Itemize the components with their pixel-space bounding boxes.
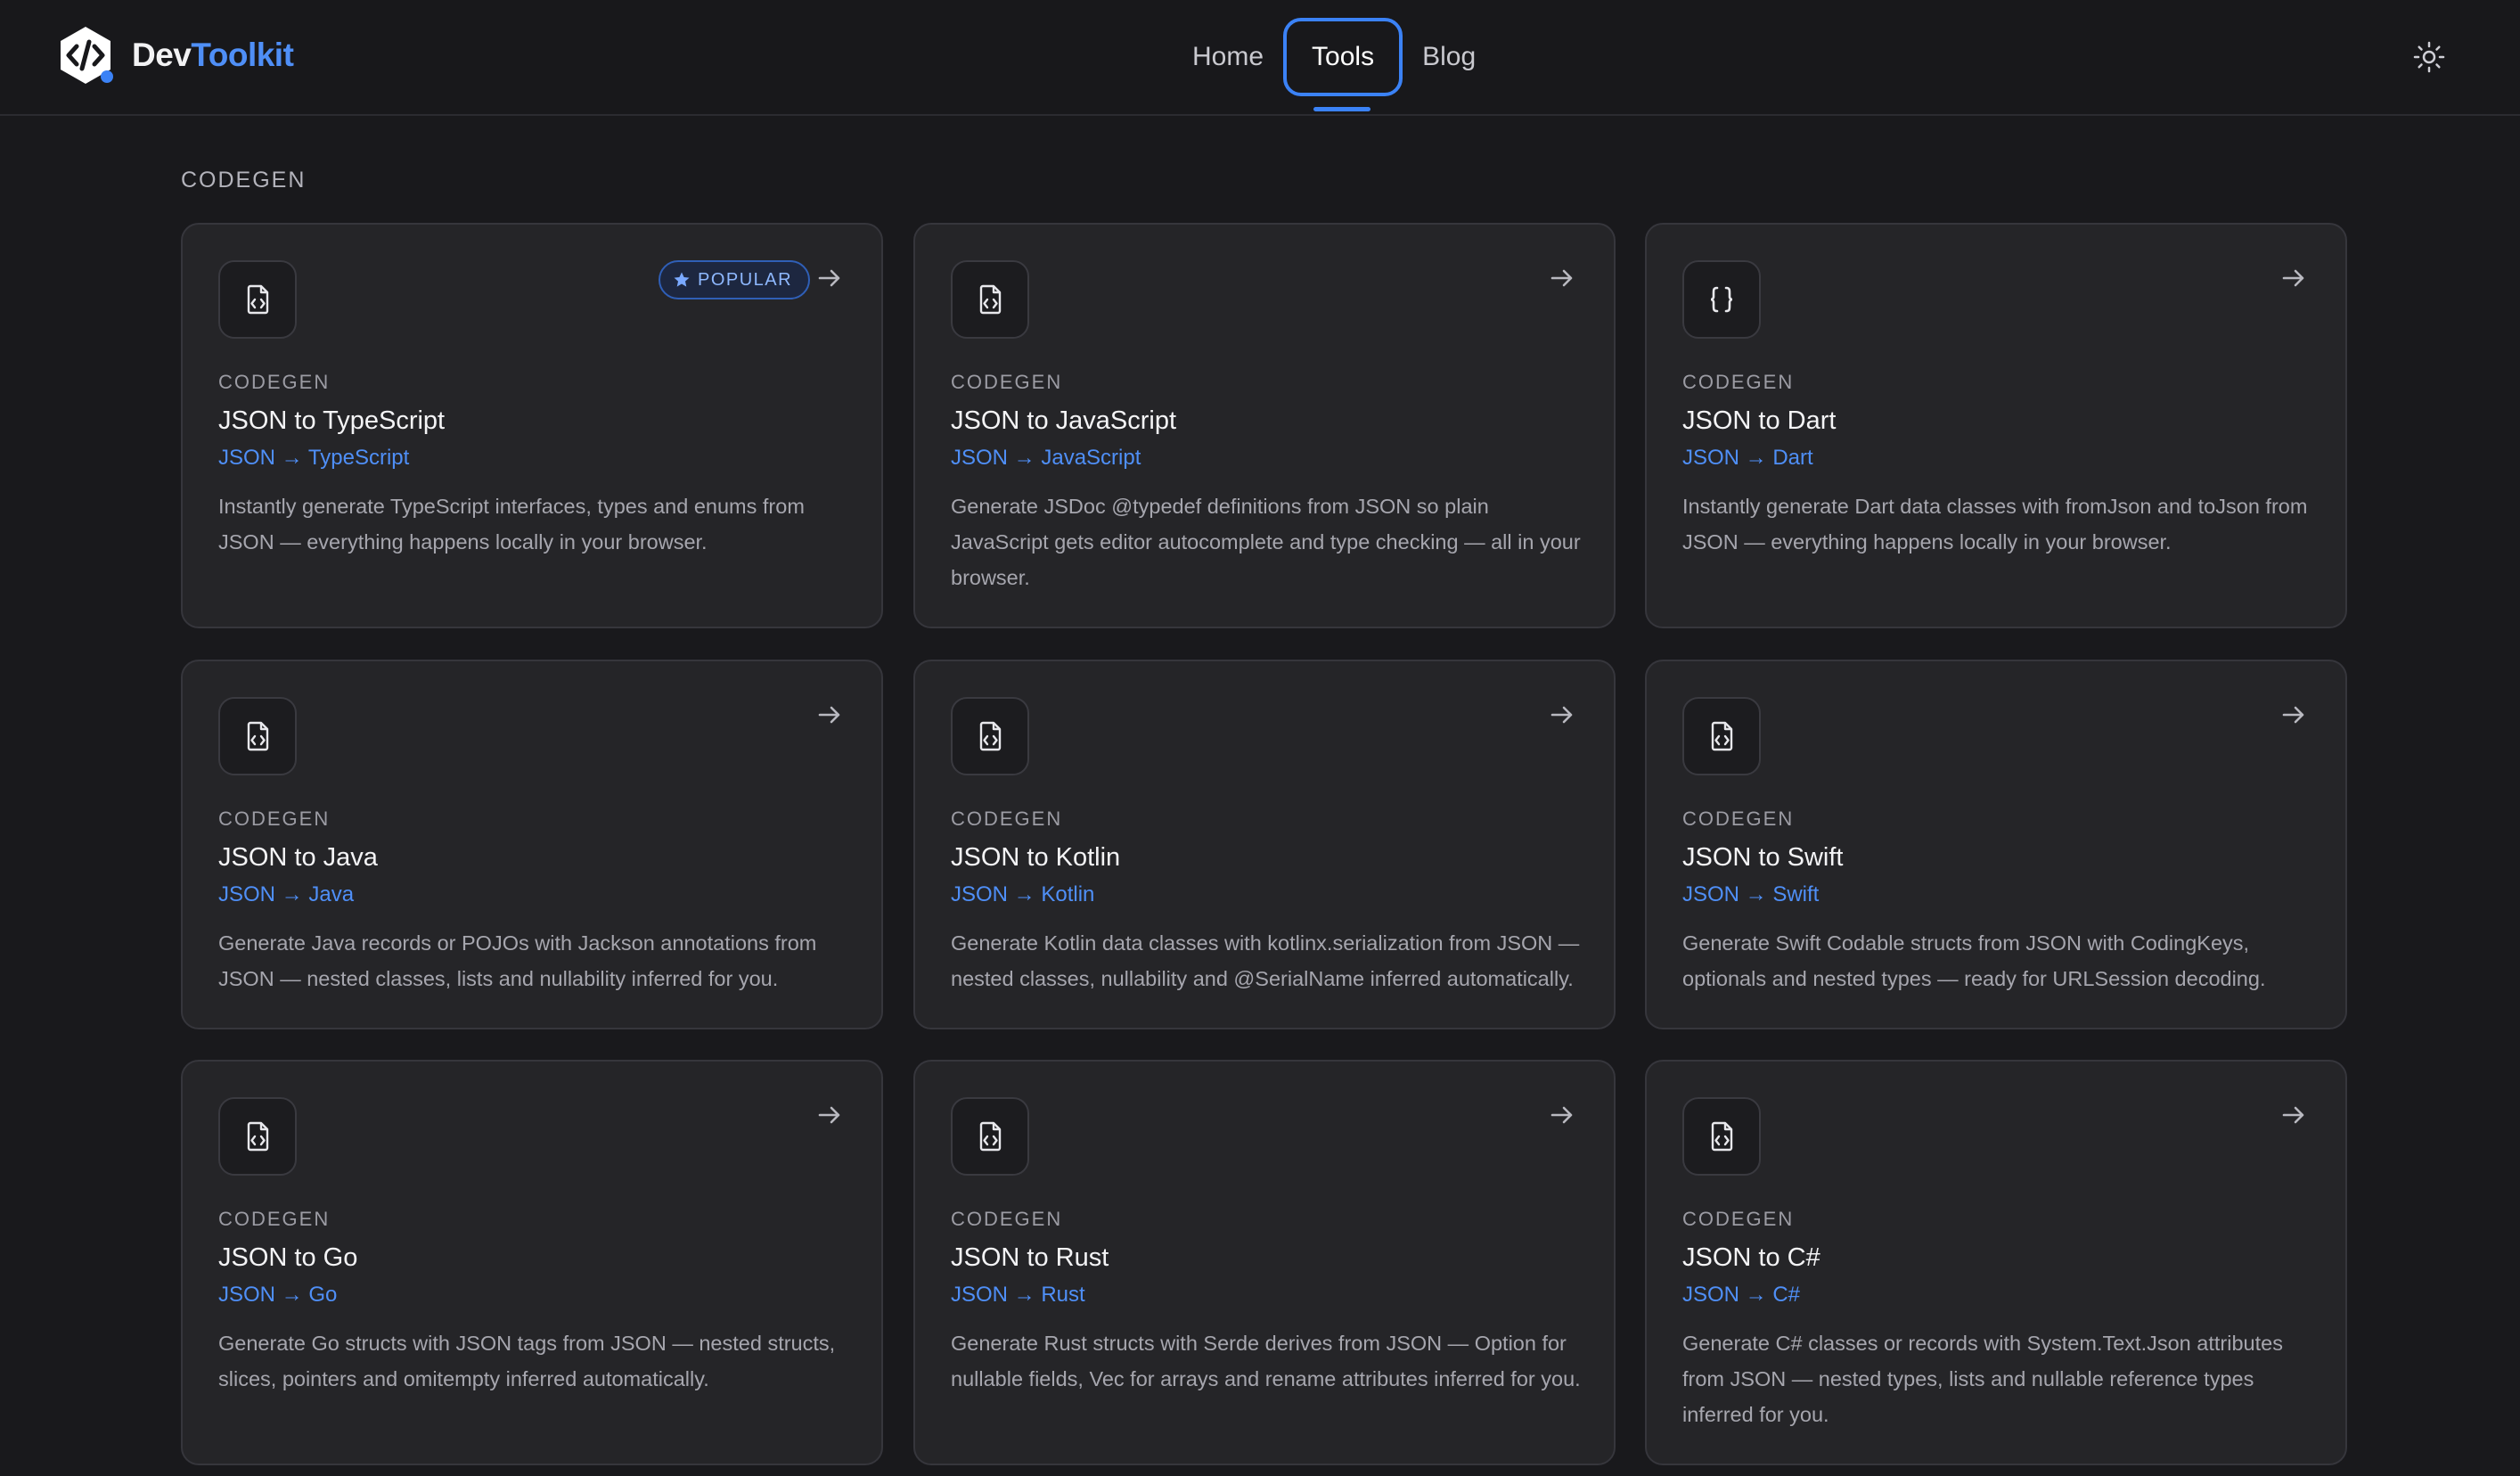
file-code-icon <box>1682 697 1761 775</box>
card-description: Generate C# classes or records with Syst… <box>1682 1332 2283 1426</box>
card-description: Generate Swift Codable structs from JSON… <box>1682 931 2266 990</box>
logo-text-main: Dev <box>132 37 192 73</box>
card-subtitle: JSON → Dart <box>1682 446 1813 470</box>
arrow-right-icon[interactable] <box>1548 264 1576 292</box>
tool-card-json-to-c-[interactable]: CODEGEN JSON to C# JSON → C# Generate C#… <box>1645 1060 2347 1465</box>
file-code-icon <box>218 260 297 339</box>
card-title: JSON to Rust <box>951 1243 1109 1272</box>
tool-card-json-to-java[interactable]: CODEGEN JSON to Java JSON → Java Generat… <box>181 660 883 1029</box>
card-category: CODEGEN <box>218 371 331 393</box>
badge-label: POPULAR <box>698 269 793 290</box>
card-category: CODEGEN <box>1682 808 1795 830</box>
card-category: CODEGEN <box>951 371 1063 393</box>
arrow-right-icon[interactable] <box>2279 1101 2308 1129</box>
card-subtitle: JSON → Swift <box>1682 882 1820 906</box>
card-description: Generate Java records or POJOs with Jack… <box>218 931 817 990</box>
nav-tools[interactable]: Tools <box>1283 18 1403 96</box>
logo[interactable]: DevToolkit <box>55 25 294 86</box>
tool-card-json-to-typescript[interactable]: CODEGEN JSON to TypeScript JSON → TypeSc… <box>181 223 883 628</box>
card-title: JSON to C# <box>1682 1243 1820 1272</box>
arrow-right-icon[interactable] <box>2279 701 2308 729</box>
card-subtitle: JSON → Kotlin <box>951 882 1095 906</box>
card-title: JSON to Dart <box>1682 406 1837 435</box>
file-code-icon <box>218 1097 297 1176</box>
popular-badge: POPULAR <box>659 260 811 299</box>
card-category: CODEGEN <box>951 1208 1063 1230</box>
card-description: Instantly generate Dart data classes wit… <box>1682 495 2308 554</box>
top-header: DevToolkit Home Tools Blog <box>0 0 2520 116</box>
active-nav-indicator <box>1313 107 1370 111</box>
card-subtitle: JSON → Go <box>218 1283 338 1307</box>
card-description: Generate Rust structs with Serde derives… <box>951 1332 1581 1390</box>
main-nav: Home Tools Blog <box>1178 16 1490 98</box>
sun-icon <box>2413 41 2445 73</box>
card-subtitle: JSON → JavaScript <box>951 446 1141 470</box>
card-title: JSON to Kotlin <box>951 843 1121 872</box>
logo-text-accent: Toolkit <box>191 37 294 73</box>
card-title: JSON to Swift <box>1682 843 1844 872</box>
card-title: JSON to Java <box>218 843 378 872</box>
arrow-right-icon[interactable] <box>815 264 844 292</box>
tool-card-json-to-dart[interactable]: CODEGEN JSON to Dart JSON → Dart Instant… <box>1645 223 2347 628</box>
card-title: JSON to JavaScript <box>951 406 1177 435</box>
tool-card-json-to-kotlin[interactable]: CODEGEN JSON to Kotlin JSON → Kotlin Gen… <box>913 660 1616 1029</box>
section-label: CODEGEN <box>181 168 307 193</box>
file-code-icon <box>1682 1097 1761 1176</box>
arrow-right-icon[interactable] <box>815 1101 844 1129</box>
arrow-right-icon[interactable] <box>1548 1101 1576 1129</box>
logo-text: DevToolkit <box>132 37 294 74</box>
card-title: JSON to TypeScript <box>218 406 446 435</box>
card-description: Instantly generate TypeScript interfaces… <box>218 495 805 554</box>
card-subtitle: JSON → TypeScript <box>218 446 410 470</box>
card-description: Generate JSDoc @typedef definitions from… <box>951 495 1581 589</box>
theme-toggle-button[interactable] <box>2411 39 2447 75</box>
tools-grid: CODEGEN JSON to TypeScript JSON → TypeSc… <box>181 223 2348 1476</box>
file-code-icon <box>951 697 1029 775</box>
file-code-icon <box>951 1097 1029 1176</box>
card-description: Generate Kotlin data classes with kotlin… <box>951 931 1580 990</box>
card-title: JSON to Go <box>218 1243 358 1272</box>
nav-blog[interactable]: Blog <box>1408 18 1490 96</box>
code-logo-icon <box>55 25 116 86</box>
card-category: CODEGEN <box>951 808 1063 830</box>
card-subtitle: JSON → C# <box>1682 1283 1801 1307</box>
star-icon <box>674 272 690 287</box>
tool-card-json-to-go[interactable]: CODEGEN JSON to Go JSON → Go Generate Go… <box>181 1060 883 1465</box>
tool-card-json-to-javascript[interactable]: CODEGEN JSON to JavaScript JSON → JavaSc… <box>913 223 1616 628</box>
file-code-icon <box>218 697 297 775</box>
arrow-right-icon[interactable] <box>815 701 844 729</box>
file-code-icon <box>951 260 1029 339</box>
tool-card-json-to-rust[interactable]: CODEGEN JSON to Rust JSON → Rust Generat… <box>913 1060 1616 1465</box>
nav-home[interactable]: Home <box>1178 18 1278 96</box>
card-subtitle: JSON → Java <box>218 882 355 906</box>
card-category: CODEGEN <box>218 1208 331 1230</box>
braces-icon <box>1682 260 1761 339</box>
card-category: CODEGEN <box>1682 1208 1795 1230</box>
arrow-right-icon[interactable] <box>1548 701 1576 729</box>
tool-card-json-to-swift[interactable]: CODEGEN JSON to Swift JSON → Swift Gener… <box>1645 660 2347 1029</box>
card-description: Generate Go structs with JSON tags from … <box>218 1332 836 1390</box>
card-subtitle: JSON → Rust <box>951 1283 1085 1307</box>
arrow-right-icon[interactable] <box>2279 264 2308 292</box>
card-category: CODEGEN <box>218 808 331 830</box>
card-category: CODEGEN <box>1682 371 1795 393</box>
